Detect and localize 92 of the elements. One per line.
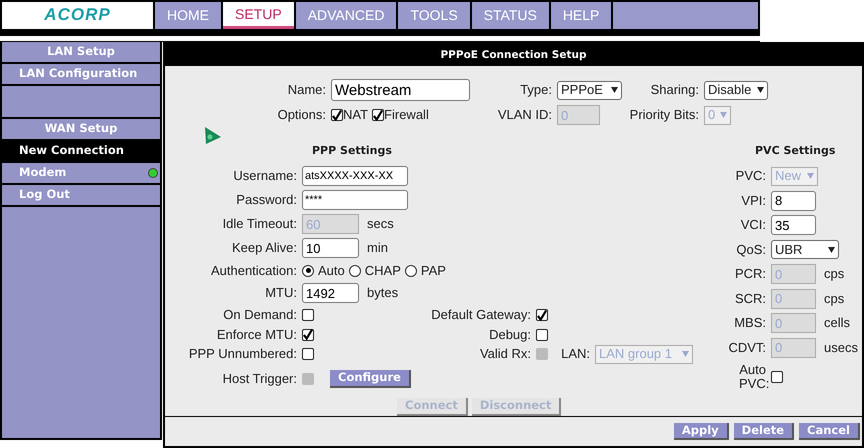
type-select[interactable]: PPPoE [557,80,622,100]
sidebar-item[interactable]: Modem [2,163,160,185]
priority-select: 0 [704,106,731,124]
field-label: Options: [276,107,327,123]
checkbox[interactable] [536,328,548,340]
unit-label: secs [367,216,394,232]
input-field[interactable]: 10 [302,238,359,258]
checkbox[interactable] [302,328,314,340]
nav-tab[interactable]: SETUP [223,2,294,29]
panel-title: PPPoE Connection Setup [165,44,862,66]
unit-label: usecs [824,340,858,356]
lan-select: LAN group 1 [595,344,693,364]
radio-button[interactable] [404,264,417,276]
checkbox[interactable] [771,371,783,383]
dropdown[interactable]: UBR [771,240,839,260]
caret-icon [611,87,618,93]
radio-label: Auto [318,262,345,278]
checkbox[interactable] [302,309,314,321]
nav-tab[interactable]: HELP [550,2,612,29]
field-label: Priority Bits: [628,107,700,123]
caret-icon [828,246,835,253]
nav-tab[interactable]: TOOLS [398,2,470,29]
caret-icon [807,173,814,180]
field-label: Default Gateway: [430,307,532,323]
checkbox[interactable] [536,309,548,321]
disconnect-button: Disconnect [472,398,562,416]
sharing-select[interactable]: Disable [704,80,768,100]
field-label: Sharing: [650,82,700,98]
field-label: Type: [519,82,553,98]
section-title: PPP Settings [312,144,393,159]
dropdown: New [771,166,818,186]
field-label: Name: [286,82,327,98]
caret-icon [757,87,764,93]
delete-button[interactable]: Delete [734,422,794,440]
field-label: CDVT: [727,340,767,356]
field-label: VPI: [740,192,767,209]
input-field[interactable]: 1492 [302,283,359,303]
input-field[interactable]: atsXXXX-XXX-XX [302,166,408,186]
cancel-button[interactable]: Cancel [799,422,860,440]
field-label: VCI: [740,217,767,234]
field-label: Enforce MTU: [216,326,298,342]
input-field[interactable]: **** [302,190,408,210]
checkbox[interactable] [331,109,343,121]
unit-label: cells [824,315,850,332]
sidebar-item[interactable]: Log Out [2,185,160,207]
caret-icon [682,351,689,357]
radio-button[interactable] [348,264,361,276]
field-label: Auto PVC: [738,363,770,391]
field-label: PVC: [734,168,767,184]
field-label: Idle Timeout: [222,216,298,232]
field-label: Valid Rx: [478,346,532,362]
unit-label: cps [824,266,844,282]
arrow-icon [205,127,221,144]
connect-button: Connect [397,398,468,416]
field-label: Keep Alive: [230,240,298,256]
input-field[interactable]: 35 [771,215,816,236]
checkbox-label: Firewall [384,107,429,123]
radio-label: PAP [420,262,446,278]
field-label: Debug: [488,326,532,342]
checkbox[interactable] [302,348,314,360]
field-label: On Demand: [222,307,298,323]
nav-tab[interactable]: ADVANCED [296,2,396,29]
field-label: MTU: [264,285,298,301]
apply-button[interactable]: Apply [674,422,729,440]
field-label: QoS: [735,242,767,258]
logo: ACORP [2,2,153,29]
field-label: PCR: [734,266,767,282]
name-field[interactable]: Webstream [331,79,470,101]
field-label: PPP Unnumbered: [188,346,298,362]
field-label: Host Trigger: [222,371,298,387]
radio-button[interactable] [302,264,314,276]
field-label: Authentication: [210,262,298,278]
nav-tab[interactable]: HOME [155,2,221,29]
section-title: PVC Settings [755,144,836,159]
field-label: Password: [235,192,298,208]
field-label: Username: [232,168,298,184]
checkbox-label: NAT [343,107,368,123]
field-label: SCR: [734,290,767,307]
sidebar-item[interactable]: New Connection [2,141,160,163]
nav-tab[interactable]: STATUS [472,2,549,29]
unit-label: min [367,240,388,256]
checkbox[interactable] [372,109,384,121]
radio-label: CHAP [364,262,401,278]
field-label: VLAN ID: [496,107,553,123]
unit-label: bytes [367,285,398,301]
sidebar-header: LAN Setup [2,42,160,64]
unit-label: cps [824,290,844,307]
caret-icon [720,112,727,118]
input-field[interactable]: 8 [771,190,816,211]
sidebar-item[interactable]: LAN Configuration [2,64,160,86]
field-label: MBS: [733,315,767,332]
field-label: LAN: [560,346,591,362]
